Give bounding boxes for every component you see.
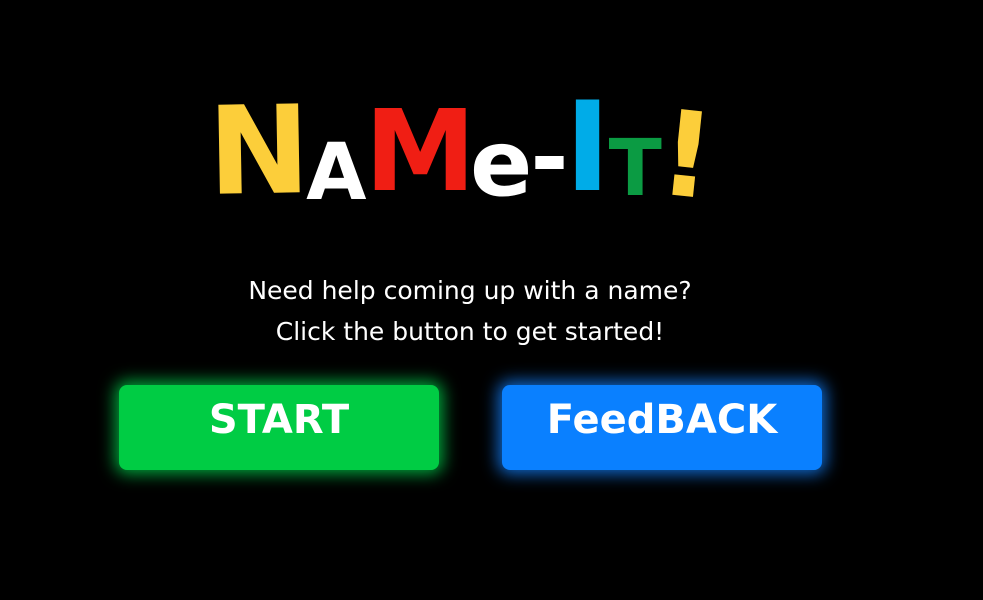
intro-line-2: Click the button to get started!: [275, 317, 665, 346]
app-logo: N A M e - I T !: [206, 76, 738, 227]
intro-text: Need help coming up with a name? Click t…: [180, 270, 760, 352]
logo-letter-n: N: [206, 79, 308, 223]
logo-exclamation: !: [652, 83, 721, 227]
intro-line-1: Need help coming up with a name?: [248, 276, 692, 305]
feedback-button[interactable]: FeedBACK: [502, 385, 822, 470]
logo-letter-e: e: [469, 110, 532, 217]
logo-letter-i: I: [564, 76, 611, 220]
logo-dash: -: [530, 104, 568, 211]
start-button[interactable]: START: [119, 385, 439, 470]
logo-letter-a: A: [306, 128, 366, 218]
logo-letter-m: M: [364, 87, 475, 217]
logo-letter-t: T: [608, 124, 662, 214]
